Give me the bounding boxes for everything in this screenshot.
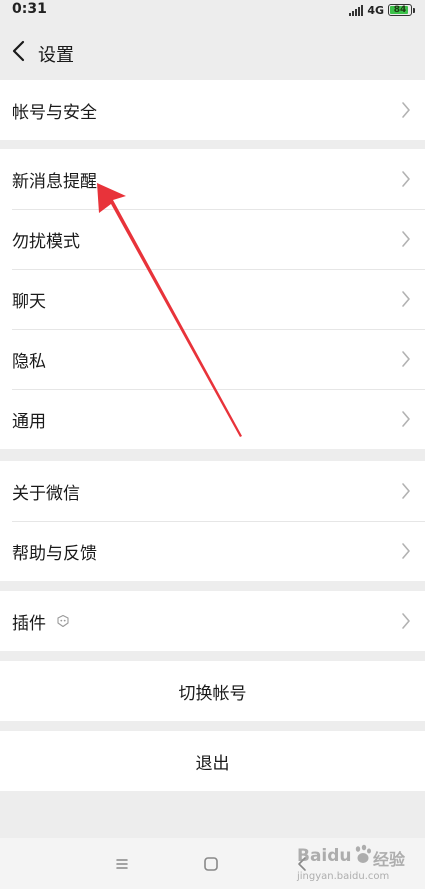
logout-button[interactable]: 退出 — [0, 731, 425, 791]
battery-icon: 84 — [388, 4, 412, 16]
settings-item-label: 新消息提醒 — [12, 171, 97, 192]
page-title: 设置 — [38, 45, 74, 66]
settings-item-label: 关于微信 — [12, 483, 80, 504]
settings-item-label: 帐号与安全 — [12, 102, 97, 123]
chevron-right-icon — [402, 102, 410, 118]
settings-group-about: 关于微信 帮助与反馈 — [0, 461, 425, 581]
settings-item-help-feedback[interactable]: 帮助与反馈 — [0, 521, 425, 581]
status-time: 0:31 — [12, 1, 47, 17]
chevron-right-icon — [402, 231, 410, 247]
back-nav-icon[interactable] — [291, 852, 315, 876]
signal-icon — [349, 4, 364, 16]
status-bar: 0:31 4G 84 — [0, 0, 425, 22]
chevron-right-icon — [402, 291, 410, 307]
logout-group: 退出 — [0, 731, 425, 791]
nav-bar: 设置 — [0, 22, 425, 80]
switch-account-button[interactable]: 切换帐号 — [0, 661, 425, 721]
chevron-right-icon — [402, 613, 410, 629]
settings-item-plugins[interactable]: 插件 — [0, 591, 425, 651]
back-arrow-icon[interactable] — [8, 38, 32, 64]
settings-item-general[interactable]: 通用 — [0, 389, 425, 449]
settings-item-privacy[interactable]: 隐私 — [0, 329, 425, 389]
settings-group-main: 新消息提醒 勿扰模式 聊天 隐私 通用 — [0, 149, 425, 449]
chevron-right-icon — [402, 411, 410, 427]
chevron-right-icon — [402, 351, 410, 367]
settings-group-plugins: 插件 — [0, 591, 425, 651]
chevron-right-icon — [402, 543, 410, 559]
settings-item-account-security[interactable]: 帐号与安全 — [0, 80, 425, 140]
chevron-right-icon — [402, 483, 410, 499]
plugin-icon — [57, 614, 69, 628]
settings-item-label: 勿扰模式 — [12, 231, 80, 252]
switch-account-group: 切换帐号 — [0, 661, 425, 721]
chevron-right-icon — [402, 171, 410, 187]
battery-cap — [413, 7, 415, 13]
settings-item-label: 插件 — [12, 613, 46, 634]
menu-icon[interactable] — [110, 852, 134, 876]
settings-item-about-wechat[interactable]: 关于微信 — [0, 461, 425, 521]
settings-group-account: 帐号与安全 — [0, 80, 425, 140]
network-type: 4G — [367, 3, 384, 17]
battery-level: 84 — [393, 4, 407, 15]
system-nav-bar — [0, 838, 425, 889]
status-indicators: 4G 84 — [349, 3, 415, 17]
settings-item-chat[interactable]: 聊天 — [0, 269, 425, 329]
home-icon[interactable] — [199, 852, 223, 876]
settings-item-do-not-disturb[interactable]: 勿扰模式 — [0, 209, 425, 269]
settings-item-label: 聊天 — [12, 291, 46, 312]
settings-item-new-message-alert[interactable]: 新消息提醒 — [0, 149, 425, 209]
settings-item-label: 隐私 — [12, 351, 46, 372]
settings-item-label: 帮助与反馈 — [12, 543, 97, 564]
settings-item-label: 通用 — [12, 411, 46, 432]
